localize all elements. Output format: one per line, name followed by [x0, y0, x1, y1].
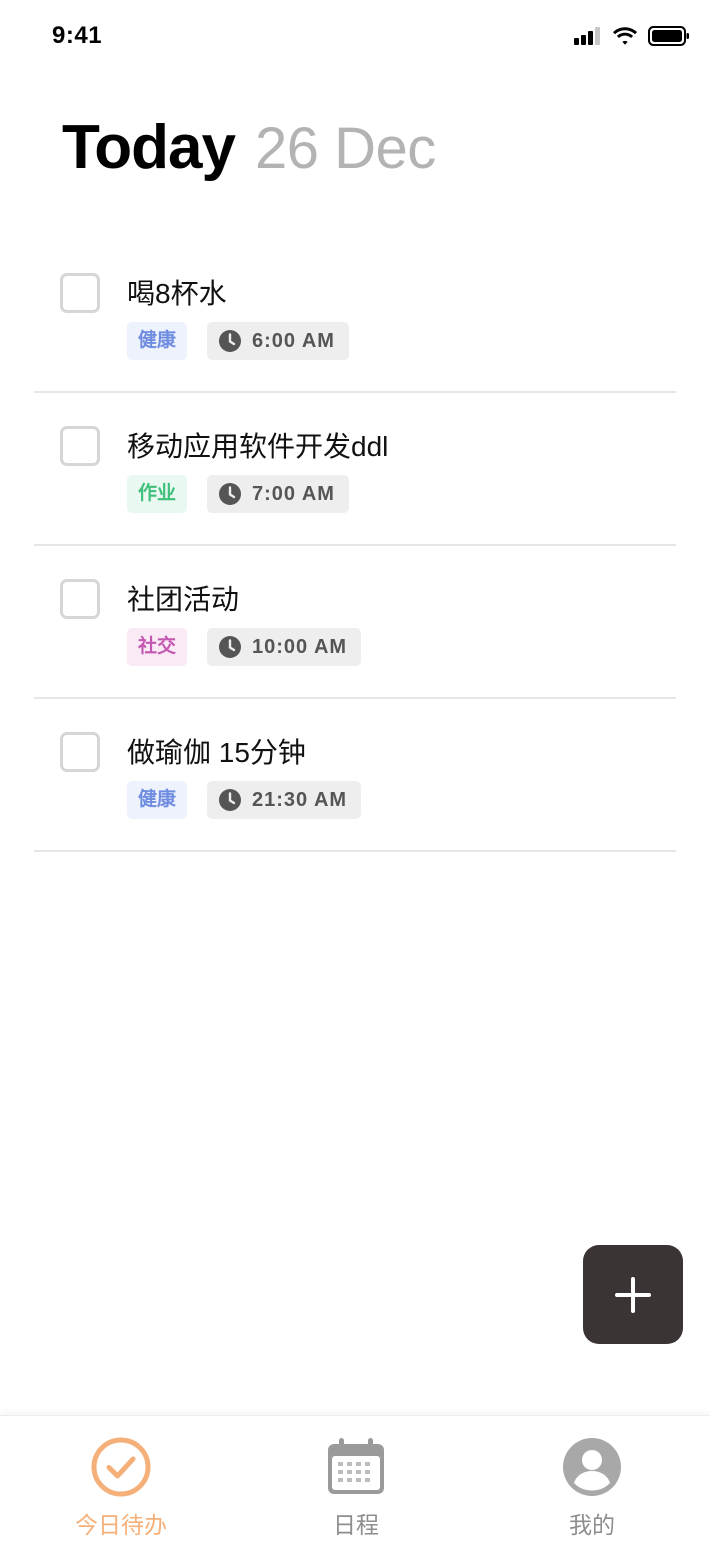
category-tag: 作业 — [127, 475, 188, 513]
task-meta: 作业 7:00 AM — [127, 475, 349, 513]
task-list: 喝8杯水 健康 6:00 AM 移动应用软件开发ddl 作业 7:00 AM 社… — [34, 240, 676, 852]
wifi-icon — [613, 26, 637, 45]
task-item[interactable]: 社团活动 社交 10:00 AM — [34, 546, 676, 699]
time-chip: 6:00 AM — [207, 322, 349, 360]
category-tag: 健康 — [127, 322, 188, 360]
tab-profile[interactable]: 我的 — [512, 1436, 672, 1540]
add-task-button[interactable] — [583, 1245, 683, 1344]
cellular-signal-icon — [574, 27, 600, 45]
tab-today[interactable]: 今日待办 — [41, 1436, 201, 1540]
tab-label: 今日待办 — [75, 1512, 167, 1538]
task-item[interactable]: 移动应用软件开发ddl 作业 7:00 AM — [34, 393, 676, 546]
clock-icon — [219, 330, 242, 352]
time-chip: 7:00 AM — [207, 475, 349, 513]
task-item[interactable]: 喝8杯水 健康 6:00 AM — [34, 240, 676, 393]
task-meta: 健康 6:00 AM — [127, 322, 349, 360]
tab-bar: 今日待办 日程 我的 — [0, 1415, 710, 1550]
task-title: 移动应用软件开发ddl — [127, 431, 389, 462]
task-time: 6:00 AM — [252, 329, 335, 352]
task-checkbox[interactable] — [60, 579, 100, 619]
task-checkbox[interactable] — [60, 426, 100, 466]
status-bar: 9:41 — [0, 0, 710, 76]
clock-icon — [219, 636, 242, 658]
task-item[interactable]: 做瑜伽 15分钟 健康 21:30 AM — [34, 699, 676, 852]
task-checkbox[interactable] — [60, 732, 100, 772]
page-header: Today 26 Dec — [62, 112, 436, 183]
battery-icon — [648, 26, 689, 46]
check-circle-icon — [91, 1437, 151, 1497]
tab-label: 我的 — [569, 1512, 615, 1538]
calendar-icon — [328, 1438, 384, 1494]
page-title: Today — [62, 113, 236, 182]
page-date: 26 Dec — [254, 116, 436, 181]
status-icons — [574, 26, 690, 46]
task-checkbox[interactable] — [60, 273, 100, 313]
task-meta: 社交 10:00 AM — [127, 628, 362, 666]
task-title: 做瑜伽 15分钟 — [127, 737, 306, 768]
plus-icon — [615, 1276, 651, 1313]
task-title: 社团活动 — [127, 584, 240, 615]
task-meta: 健康 21:30 AM — [127, 781, 362, 819]
tab-label: 日程 — [333, 1512, 379, 1538]
task-time: 10:00 AM — [252, 635, 348, 658]
time-chip: 10:00 AM — [207, 628, 362, 666]
task-time: 21:30 AM — [252, 788, 348, 811]
user-icon — [563, 1438, 621, 1496]
time-chip: 21:30 AM — [207, 781, 362, 819]
status-time: 9:41 — [52, 22, 103, 49]
tab-schedule[interactable]: 日程 — [276, 1436, 436, 1540]
clock-icon — [219, 789, 242, 811]
task-title: 喝8杯水 — [127, 278, 227, 309]
category-tag: 健康 — [127, 781, 188, 819]
task-time: 7:00 AM — [252, 482, 335, 505]
clock-icon — [219, 483, 242, 505]
category-tag: 社交 — [127, 628, 188, 666]
